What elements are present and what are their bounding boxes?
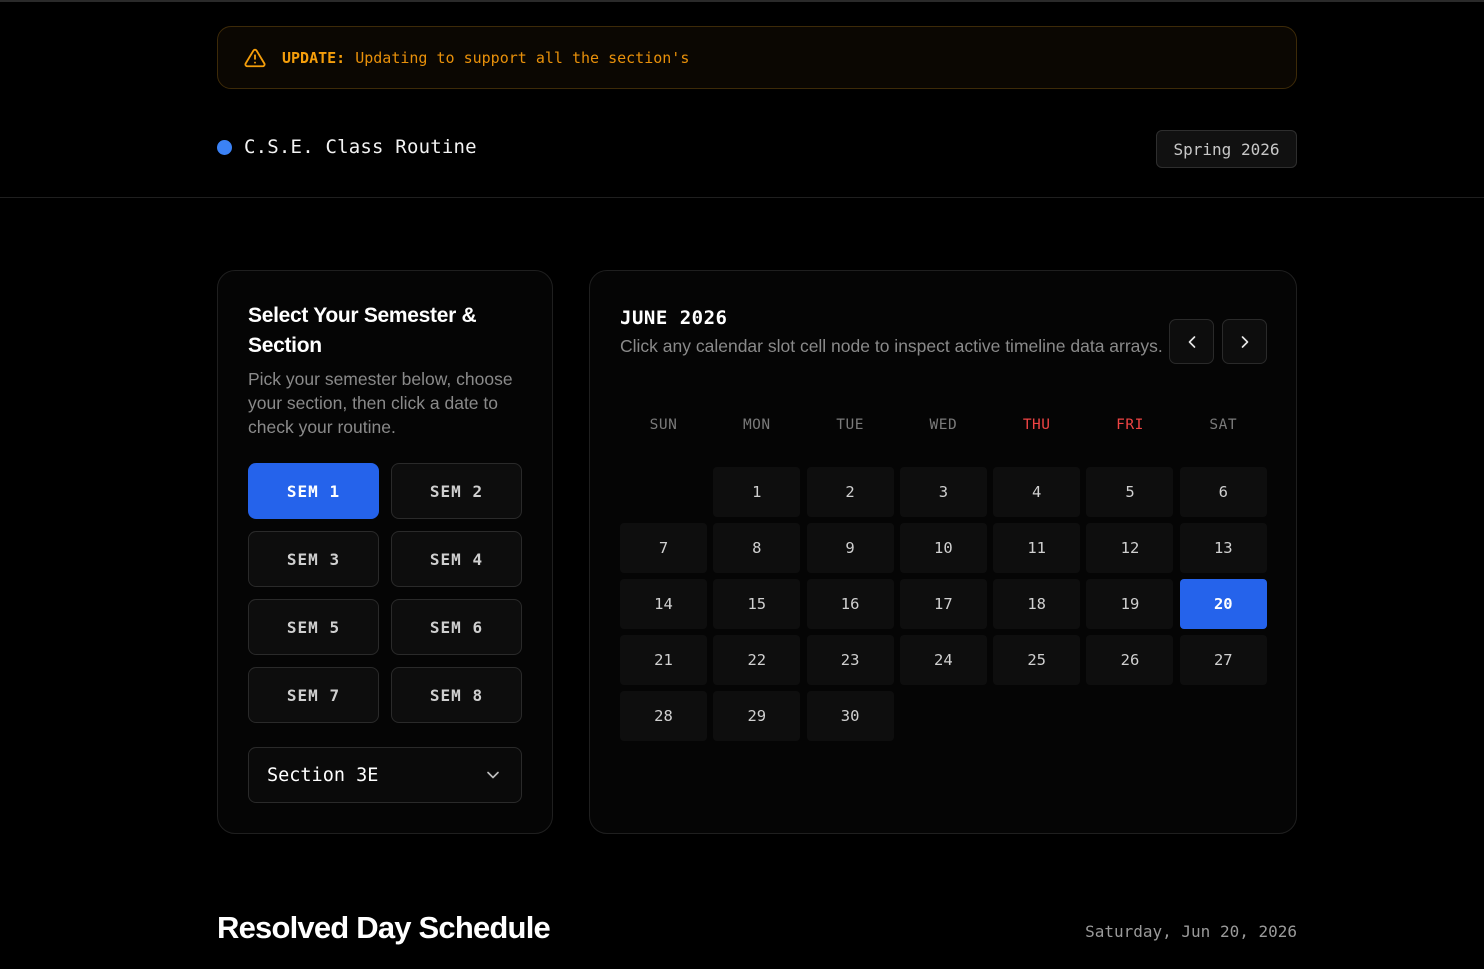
status-dot [217, 139, 232, 155]
calendar-day-25[interactable]: 25 [993, 635, 1081, 685]
weekday-sat: SAT [1209, 417, 1238, 433]
calendar-day-7[interactable]: 7 [620, 523, 707, 573]
calendar-day-17[interactable]: 17 [899, 579, 987, 629]
calendar-day-6[interactable]: 6 [1179, 467, 1267, 517]
calendar-day-8[interactable]: 8 [713, 523, 801, 573]
chevron-left-icon [1182, 332, 1202, 352]
warning-triangle-icon [244, 47, 266, 69]
chevron-down-icon [483, 765, 503, 785]
chevron-right-icon [1235, 332, 1255, 352]
calendar-help-text: Click any calendar slot cell node to ins… [620, 336, 1163, 356]
semester-button-3[interactable]: SEM 3 [248, 531, 379, 587]
weekday-fri: FRI [1116, 417, 1144, 433]
calendar-day-18[interactable]: 18 [993, 579, 1081, 629]
update-banner: UPDATE: Updating to support all the sect… [217, 26, 1297, 89]
calendar-day-4[interactable]: 4 [993, 467, 1081, 517]
semester-grid: SEM 1 SEM 2 SEM 3 SEM 4 SEM 5 SEM 6 SEM … [248, 463, 522, 723]
selector-title: Select Your Semester & Section [248, 304, 477, 357]
app-brand: C.S.E. Class Routine [217, 136, 477, 158]
section-select-value: Section 3E [267, 764, 379, 786]
calendar-day-2[interactable]: 2 [806, 467, 894, 517]
weekday-mon: MON [742, 417, 771, 433]
calendar-blank-cell [620, 467, 707, 517]
calendar-day-24[interactable]: 24 [899, 635, 987, 685]
calendar-day-3[interactable]: 3 [899, 467, 987, 517]
header-divider [0, 197, 1484, 198]
calendar-day-29[interactable]: 29 [713, 691, 801, 741]
calendar-month-label: JUNE 2026 [620, 307, 728, 329]
calendar-day-15[interactable]: 15 [713, 579, 801, 629]
weekday-tue: TUE [836, 417, 864, 433]
top-border [0, 0, 1484, 2]
calendar-day-21[interactable]: 21 [620, 635, 707, 685]
calendar-day-11[interactable]: 11 [993, 523, 1081, 573]
calendar-panel: JUNE 2026 Click any calendar slot cell n… [589, 270, 1297, 834]
next-month-button[interactable] [1222, 319, 1267, 364]
section-select[interactable]: Section 3E [248, 747, 522, 803]
schedule-date: Saturday, Jun 20, 2026 [1085, 922, 1297, 941]
semester-button-8[interactable]: SEM 8 [391, 667, 522, 723]
calendar-day-22[interactable]: 22 [713, 635, 801, 685]
calendar-day-12[interactable]: 12 [1086, 523, 1174, 573]
weekday-wed: WED [929, 417, 958, 433]
calendar-day-1[interactable]: 1 [713, 467, 801, 517]
weekday-header: SUN MON TUE WED THU FRI SAT [620, 417, 1267, 433]
calendar-day-14[interactable]: 14 [620, 579, 707, 629]
app-title: C.S.E. Class Routine [244, 136, 477, 158]
calendar-day-19[interactable]: 19 [1086, 579, 1174, 629]
previous-month-button[interactable] [1169, 319, 1214, 364]
schedule-title: Resolved Day Schedule [217, 910, 551, 945]
calendar-day-16[interactable]: 16 [806, 579, 894, 629]
calendar-day-26[interactable]: 26 [1086, 635, 1174, 685]
semester-button-1[interactable]: SEM 1 [248, 463, 379, 519]
calendar-day-10[interactable]: 10 [899, 523, 987, 573]
weekday-sun: SUN [649, 417, 678, 433]
semester-selector-panel: Select Your Semester & Section Pick your… [217, 270, 553, 834]
banner-tag: UPDATE: [282, 48, 346, 67]
calendar-day-23[interactable]: 23 [806, 635, 894, 685]
calendar-day-5[interactable]: 5 [1086, 467, 1174, 517]
semester-button-6[interactable]: SEM 6 [391, 599, 522, 655]
calendar-day-28[interactable]: 28 [620, 691, 707, 741]
weekday-thu: THU [1022, 417, 1051, 433]
calendar-day-27[interactable]: 27 [1179, 635, 1267, 685]
term-badge: Spring 2026 [1156, 130, 1297, 168]
calendar-day-13[interactable]: 13 [1179, 523, 1267, 573]
selector-description: Pick your semester below, choose your se… [248, 369, 513, 437]
banner-message: Updating to support all the section's [355, 48, 690, 67]
semester-button-5[interactable]: SEM 5 [248, 599, 379, 655]
semester-button-7[interactable]: SEM 7 [248, 667, 379, 723]
calendar-day-20[interactable]: 20 [1179, 579, 1267, 629]
semester-button-4[interactable]: SEM 4 [391, 531, 522, 587]
calendar-day-grid: 1 2 3 4 5 6 7 8 9 10 11 12 13 14 15 16 17 18 19 20 21 22 23 24 2… [620, 467, 1267, 741]
calendar-day-9[interactable]: 9 [806, 523, 894, 573]
semester-button-2[interactable]: SEM 2 [391, 463, 522, 519]
calendar-day-30[interactable]: 30 [806, 691, 894, 741]
